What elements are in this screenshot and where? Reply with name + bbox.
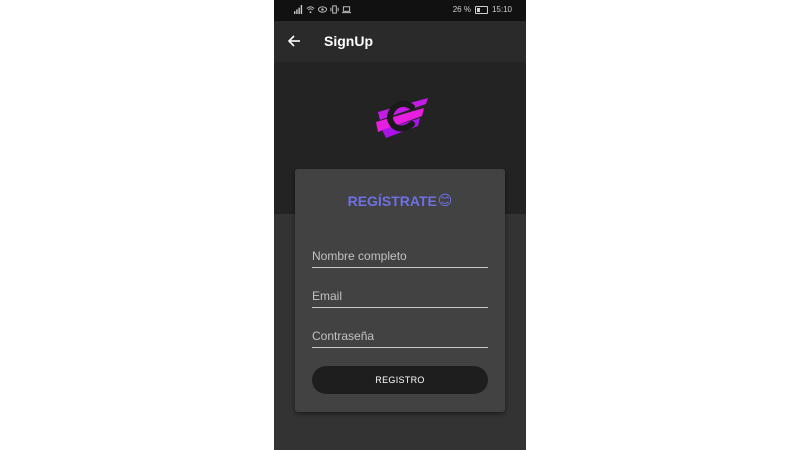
battery-percent: 26 % bbox=[452, 5, 471, 14]
vibrate-icon bbox=[330, 5, 339, 14]
brush-c-logo bbox=[376, 98, 428, 138]
phone-screen: 26 % 15:10 SignUp REGÍSTRATE 😊 Nombre co… bbox=[274, 0, 526, 450]
status-bar: 26 % 15:10 bbox=[274, 0, 526, 21]
signal-icon bbox=[294, 5, 303, 14]
card-title: REGÍSTRATE 😊 bbox=[295, 192, 505, 209]
password-input[interactable] bbox=[312, 325, 488, 347]
battery-icon bbox=[474, 5, 488, 14]
laptop-icon bbox=[342, 6, 351, 14]
email-input[interactable] bbox=[312, 285, 488, 307]
status-icons-left bbox=[294, 5, 351, 14]
app-bar: SignUp bbox=[274, 21, 526, 62]
eye-icon bbox=[318, 6, 327, 13]
smiley-icon: 😊 bbox=[437, 192, 453, 208]
register-button[interactable]: REGISTRO bbox=[312, 366, 488, 394]
email-field bbox=[312, 285, 488, 308]
back-button[interactable] bbox=[284, 31, 304, 51]
signup-card: REGÍSTRATE😊 REGISTRO bbox=[295, 169, 505, 412]
page-title: SignUp bbox=[324, 33, 373, 49]
status-icons-right: 26 % 15:10 bbox=[453, 5, 512, 14]
full-name-input[interactable] bbox=[312, 245, 488, 267]
arrow-left-icon bbox=[287, 35, 300, 47]
full-name-field bbox=[312, 245, 488, 268]
clock: 15:10 bbox=[491, 5, 512, 14]
wifi-icon bbox=[306, 6, 315, 14]
card-title-text: REGÍSTRATE bbox=[347, 192, 437, 209]
password-field bbox=[312, 325, 488, 348]
